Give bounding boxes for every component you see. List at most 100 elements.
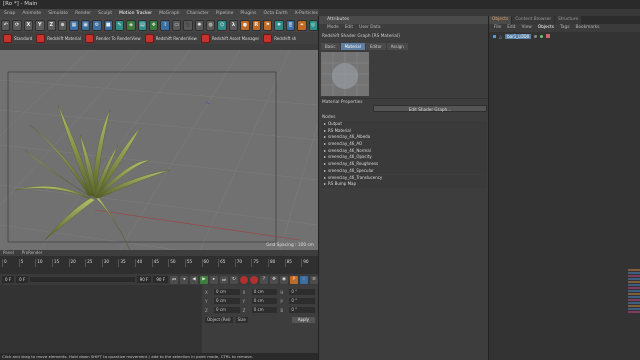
obj-menu-objects[interactable]: Objects — [538, 24, 554, 32]
node-item[interactable]: sreenclay_46_Specular — [321, 167, 487, 175]
node-item[interactable]: sreenclay_46_Roughness — [321, 161, 487, 168]
rs-button-redshift-material[interactable]: Redshift Material — [36, 33, 81, 43]
viewport[interactable]: Grid Spacing : 100 cm — [0, 50, 318, 250]
floor-icon[interactable]: ▭ — [171, 19, 182, 31]
menu-mograph[interactable]: MoGraph — [159, 11, 179, 16]
menu-motion-tracker[interactable]: Motion Tracker — [119, 11, 152, 16]
rs-button-redshift-sh[interactable]: Redshift sh — [263, 33, 296, 43]
rs-button-redshift-asset-manager[interactable]: Redshift Asset Manager — [200, 33, 259, 43]
expand-triangle-icon[interactable] — [324, 169, 326, 172]
play-icon[interactable]: ▶ — [200, 275, 208, 284]
undo-icon[interactable]: ↶ — [1, 19, 11, 31]
tab-objects[interactable]: Objects — [489, 16, 512, 24]
cube-icon[interactable]: ■ — [103, 19, 113, 31]
subtab-material[interactable]: Material — [340, 43, 365, 50]
attr-menu-mode[interactable]: Mode — [327, 24, 339, 32]
y-axis-icon[interactable]: Y — [35, 19, 45, 31]
obj-menu-bookmarks[interactable]: Bookmarks — [575, 24, 599, 32]
attr-menu-user-data[interactable]: User Data — [359, 24, 380, 32]
play-backwards-icon[interactable]: ◀ — [190, 275, 198, 284]
node-item[interactable]: RS Bump Map — [321, 181, 487, 188]
autokey-icon[interactable] — [250, 275, 258, 284]
render-visibility-dot[interactable] — [540, 34, 544, 38]
timeline-range-slider[interactable] — [30, 277, 135, 282]
tracker-icon[interactable]: ◎ — [308, 19, 318, 31]
rs-button-standard[interactable]: Standard — [3, 33, 32, 43]
tab-structure[interactable]: Structure — [555, 16, 582, 24]
start-frame-field[interactable]: 0 F — [16, 276, 29, 283]
menu-simulate[interactable]: Simulate — [48, 11, 68, 16]
menu-plugins[interactable]: Plugins — [240, 11, 256, 16]
obj-menu-tags[interactable]: Tags — [560, 24, 570, 32]
tag-icon[interactable]: ⌗ — [274, 19, 284, 31]
flag-icon[interactable]: ⚑ — [262, 19, 273, 31]
render-view-icon[interactable]: ▣ — [80, 19, 91, 31]
end-frame-field-2[interactable]: 90 F — [153, 276, 168, 283]
render-settings-icon[interactable]: ⚙ — [92, 19, 102, 31]
rotation-key-icon[interactable]: ◉ — [280, 275, 288, 284]
go-to-start-icon[interactable]: ⏮ — [170, 275, 178, 284]
keyframe-selection-icon[interactable]: ? — [260, 275, 268, 284]
layer-icon[interactable]: ≣ — [285, 19, 296, 31]
coord-mode-dropdown[interactable]: Object (Rel) — [205, 317, 233, 323]
expand-triangle-icon[interactable] — [324, 123, 326, 125]
array-icon[interactable]: ▤ — [137, 19, 148, 31]
coord-field-rot[interactable]: 0 ° — [289, 289, 316, 295]
end-frame-field[interactable]: 90 F — [136, 276, 152, 283]
rs-button-redshift-renderview[interactable]: Redshift RenderView — [144, 33, 197, 43]
editor-visibility-dot[interactable] — [534, 34, 538, 38]
render-region-icon[interactable]: ▦ — [69, 19, 79, 31]
go-to-end-icon[interactable]: ⏭ — [220, 275, 228, 284]
node-item[interactable]: sreenclay_46_Normal — [321, 147, 487, 155]
rotate-icon[interactable]: ⟳ — [12, 19, 22, 31]
expand-triangle-icon[interactable] — [324, 149, 326, 152]
z-axis-icon[interactable]: Z — [46, 19, 56, 31]
coord-field-pos[interactable]: 0 cm — [214, 289, 240, 295]
expand-triangle-icon[interactable] — [324, 136, 326, 139]
position-key-icon[interactable]: ✥ — [270, 275, 278, 284]
object-name[interactable]: bar1_LOD0 — [505, 33, 532, 39]
menu-render[interactable]: Render — [75, 11, 91, 16]
redshift-icon[interactable]: R — [251, 19, 261, 31]
obj-menu-edit[interactable]: Edit — [507, 24, 515, 32]
coord-field-pos[interactable]: 0 cm — [214, 298, 240, 304]
previous-key-icon[interactable]: ◂ — [180, 275, 188, 284]
camera-icon[interactable]: 🎥 — [183, 19, 193, 31]
edit-shader-graph-button[interactable]: Edit Shader Graph... — [373, 105, 487, 112]
snap-icon[interactable]: ⌖ — [297, 19, 307, 31]
x-axis-icon[interactable]: X — [23, 19, 34, 31]
node-item[interactable]: sreenclay_46_Albedo — [321, 134, 487, 141]
coord-field-rot[interactable]: 0 ° — [289, 298, 316, 304]
menu-octa-earth[interactable]: Octa Earth — [264, 11, 288, 16]
rs-button-render-to-renderview[interactable]: Render To RenderView — [84, 33, 141, 43]
record-icon[interactable] — [240, 275, 248, 284]
apply-button[interactable]: Apply — [291, 317, 315, 323]
subtab-basic[interactable]: Basic — [321, 43, 340, 50]
obj-menu-file[interactable]: File — [494, 24, 501, 32]
material-icon[interactable]: ● — [240, 19, 250, 31]
obj-menu-view[interactable]: View — [522, 24, 532, 32]
python-icon[interactable]: λ — [228, 19, 239, 31]
menu-snap[interactable]: Snap — [4, 11, 15, 16]
xpresso-icon[interactable]: ⌬ — [217, 19, 227, 31]
subdivision-icon[interactable]: ◈ — [126, 19, 136, 31]
node-item[interactable]: Output — [321, 121, 487, 128]
next-key-icon[interactable]: ▸ — [210, 275, 218, 284]
coord-field-rot[interactable]: 0 ° — [289, 307, 316, 313]
world-icon[interactable]: ⊕ — [57, 19, 68, 31]
expand-triangle-icon[interactable] — [324, 183, 326, 186]
node-item[interactable]: sreenclay_46_AO — [321, 141, 487, 148]
tab-content-browser[interactable]: Content Browser — [512, 16, 555, 24]
object-row[interactable]: △ bar1_LOD0 — [493, 33, 639, 39]
expand-triangle-icon[interactable] — [324, 129, 326, 132]
menu-x-particles[interactable]: X-Particles — [295, 11, 318, 16]
deformer-icon[interactable]: ⌇ — [160, 19, 170, 31]
spline-pen-icon[interactable]: ✎ — [114, 19, 125, 31]
coord-field-size[interactable]: 0 cm — [251, 307, 278, 313]
subtab-assign[interactable]: Assign — [386, 43, 408, 50]
timeline-ruler[interactable]: 0 5 10 15 20 25 30 35 40 45 50 55 60 65 70 75 80 85 90 — [0, 256, 318, 274]
expand-triangle-icon[interactable] — [324, 143, 326, 146]
current-frame-field[interactable]: 0 F — [2, 276, 15, 283]
subtab-editor[interactable]: Editor — [365, 43, 386, 50]
menu-pipeline[interactable]: Pipeline — [216, 11, 234, 16]
